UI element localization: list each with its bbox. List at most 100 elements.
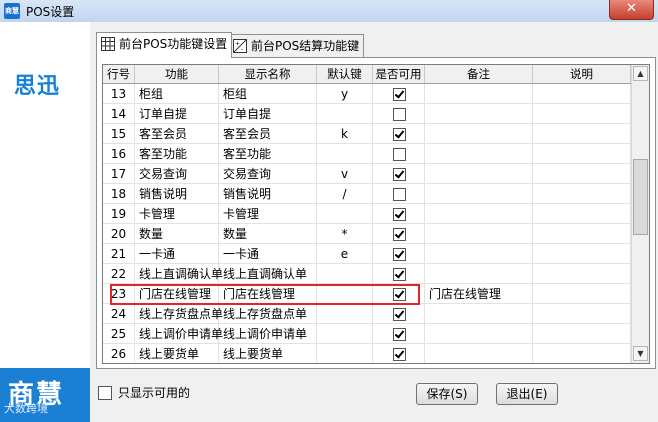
default-key-cell[interactable] (317, 324, 373, 344)
description-cell[interactable] (533, 264, 631, 284)
enabled-cell[interactable] (373, 264, 425, 284)
table-row[interactable]: 19 卡管理 卡管理 (103, 204, 631, 224)
display-name-cell[interactable]: 销售说明 (219, 184, 317, 204)
description-cell[interactable] (533, 204, 631, 224)
function-cell[interactable]: 线上要货单 (135, 344, 219, 363)
remark-cell[interactable]: 门店在线管理 (425, 284, 533, 304)
vertical-scrollbar[interactable]: ▲ ▼ (631, 65, 649, 363)
table-row[interactable]: 21 一卡通 一卡通 e (103, 244, 631, 264)
function-cell[interactable]: 柜组 (135, 84, 219, 104)
description-cell[interactable] (533, 244, 631, 264)
col-header-default-key[interactable]: 默认键 (317, 65, 373, 83)
default-key-cell[interactable]: y (317, 84, 373, 104)
function-cell[interactable]: 门店在线管理 (135, 284, 219, 304)
enabled-cell[interactable] (373, 244, 425, 264)
remark-cell[interactable] (425, 124, 533, 144)
save-button[interactable]: 保存(S) (416, 383, 478, 405)
description-cell[interactable] (533, 324, 631, 344)
display-name-cell[interactable]: 一卡通 (219, 244, 317, 264)
row-number-cell[interactable]: 15 (103, 124, 135, 144)
row-number-cell[interactable]: 25 (103, 324, 135, 344)
function-cell[interactable]: 线上存货盘点单 (135, 304, 223, 324)
table-row[interactable]: 25 线上调价申请单 线上调价申请单 (103, 324, 631, 344)
row-number-cell[interactable]: 20 (103, 224, 135, 244)
remark-cell[interactable] (425, 264, 533, 284)
enabled-cell[interactable] (373, 284, 425, 304)
col-header-enabled[interactable]: 是否可用 (373, 65, 425, 83)
remark-cell[interactable] (425, 144, 533, 164)
enabled-checkbox[interactable] (393, 168, 406, 181)
default-key-cell[interactable]: k (317, 124, 373, 144)
enabled-checkbox[interactable] (393, 288, 406, 301)
description-cell[interactable] (533, 304, 631, 324)
remark-cell[interactable] (425, 84, 533, 104)
row-number-cell[interactable]: 26 (103, 344, 135, 363)
enabled-checkbox[interactable] (393, 228, 406, 241)
row-number-cell[interactable]: 16 (103, 144, 135, 164)
title-bar[interactable]: 商慧 POS设置 ✕ (0, 0, 658, 23)
description-cell[interactable] (533, 104, 631, 124)
scroll-thumb[interactable] (633, 159, 648, 235)
display-name-cell[interactable]: 线上调价申请单 (219, 324, 317, 344)
table-row[interactable]: 14 订单自提 订单自提 (103, 104, 631, 124)
tab-pos-settlement-keys[interactable]: + - 前台POS结算功能键 (228, 34, 365, 57)
enabled-cell[interactable] (373, 204, 425, 224)
default-key-cell[interactable] (317, 264, 373, 284)
function-cell[interactable]: 交易查询 (135, 164, 219, 184)
col-header-remark[interactable]: 备注 (425, 65, 533, 83)
row-number-cell[interactable]: 22 (103, 264, 135, 284)
default-key-cell[interactable] (317, 144, 373, 164)
remark-cell[interactable] (425, 344, 533, 363)
display-name-cell[interactable]: 客至功能 (219, 144, 317, 164)
table-row[interactable]: 23 门店在线管理 门店在线管理 门店在线管理 (103, 284, 631, 304)
row-number-cell[interactable]: 13 (103, 84, 135, 104)
enabled-checkbox[interactable] (393, 128, 406, 141)
description-cell[interactable] (533, 124, 631, 144)
enabled-checkbox[interactable] (393, 108, 406, 121)
table-row[interactable]: 26 线上要货单 线上要货单 (103, 344, 631, 363)
remark-cell[interactable] (425, 324, 533, 344)
enabled-checkbox[interactable] (393, 248, 406, 261)
enabled-checkbox[interactable] (393, 188, 406, 201)
default-key-cell[interactable]: e (317, 244, 373, 264)
only-available-label[interactable]: 只显示可用的 (118, 384, 190, 401)
table-row[interactable]: 20 数量 数量 * (103, 224, 631, 244)
display-name-cell[interactable]: 客至会员 (219, 124, 317, 144)
row-number-cell[interactable]: 21 (103, 244, 135, 264)
exit-button[interactable]: 退出(E) (496, 383, 558, 405)
table-row[interactable]: 16 客至功能 客至功能 (103, 144, 631, 164)
only-available-checkbox[interactable] (98, 386, 112, 400)
scroll-down-icon[interactable]: ▼ (633, 346, 648, 361)
description-cell[interactable] (533, 84, 631, 104)
enabled-checkbox[interactable] (393, 148, 406, 161)
enabled-cell[interactable] (373, 164, 425, 184)
function-cell[interactable]: 客至功能 (135, 144, 219, 164)
scroll-up-icon[interactable]: ▲ (633, 66, 648, 81)
col-header-row-no[interactable]: 行号 (103, 65, 135, 83)
remark-cell[interactable] (425, 224, 533, 244)
col-header-function[interactable]: 功能 (135, 65, 219, 83)
remark-cell[interactable] (425, 304, 533, 324)
row-number-cell[interactable]: 19 (103, 204, 135, 224)
description-cell[interactable] (533, 284, 631, 304)
function-cell[interactable]: 线上直调确认单 (135, 264, 223, 284)
display-name-cell[interactable]: 柜组 (219, 84, 317, 104)
function-cell[interactable]: 一卡通 (135, 244, 219, 264)
enabled-checkbox[interactable] (393, 88, 406, 101)
function-cell[interactable]: 卡管理 (135, 204, 219, 224)
enabled-checkbox[interactable] (393, 308, 406, 321)
default-key-cell[interactable] (317, 104, 373, 124)
function-cell[interactable]: 数量 (135, 224, 219, 244)
row-number-cell[interactable]: 24 (103, 304, 135, 324)
display-name-cell[interactable]: 线上存货盘点单 (219, 304, 317, 324)
description-cell[interactable] (533, 224, 631, 244)
description-cell[interactable] (533, 184, 631, 204)
table-row[interactable]: 18 销售说明 销售说明 / (103, 184, 631, 204)
display-name-cell[interactable]: 数量 (219, 224, 317, 244)
display-name-cell[interactable]: 交易查询 (219, 164, 317, 184)
default-key-cell[interactable] (317, 344, 373, 363)
enabled-cell[interactable] (373, 324, 425, 344)
col-header-display-name[interactable]: 显示名称 (219, 65, 317, 83)
description-cell[interactable] (533, 144, 631, 164)
table-row[interactable]: 13 柜组 柜组 y (103, 84, 631, 104)
